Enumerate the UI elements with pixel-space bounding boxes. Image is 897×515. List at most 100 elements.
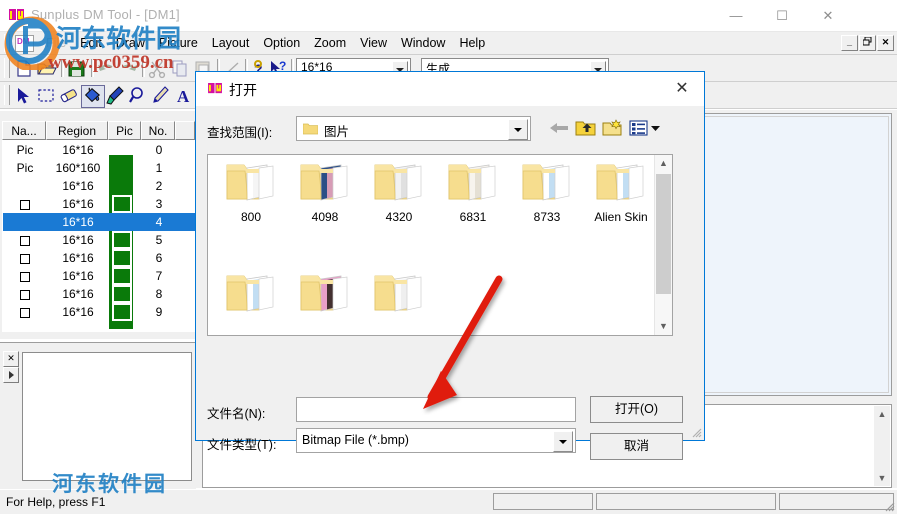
preview-canvas[interactable] xyxy=(22,352,192,481)
undo-icon[interactable] xyxy=(95,58,117,79)
file-item[interactable] xyxy=(288,270,362,321)
scroll-down-icon[interactable]: ▼ xyxy=(655,318,672,335)
new-folder-icon[interactable] xyxy=(602,118,624,138)
folder-icon xyxy=(214,159,288,208)
filetype-combo[interactable]: Bitmap File (*.bmp) xyxy=(296,428,576,453)
save-disk-icon[interactable] xyxy=(65,58,87,79)
menu-item-draw[interactable]: Draw xyxy=(109,34,152,52)
checkbox-icon[interactable] xyxy=(20,307,30,318)
expand-panel-button[interactable] xyxy=(3,367,19,383)
table-row[interactable]: 16*16 5 xyxy=(3,231,196,249)
dialog-close-button[interactable]: ✕ xyxy=(666,77,698,101)
resize-grip-icon[interactable] xyxy=(883,500,895,512)
menu-item-zoom[interactable]: Zoom xyxy=(307,34,353,52)
file-item[interactable] xyxy=(510,270,584,321)
object-list-body[interactable]: Pic 16*16 0 Pic 160*160 1 16*16 2 16*16 3 16*16 4 16… xyxy=(2,140,197,332)
menu-item-help[interactable]: Help xyxy=(452,34,492,52)
window-maximize-button[interactable]: ☐ xyxy=(759,0,805,31)
file-list-scrollbar[interactable]: ▲ ▼ xyxy=(654,155,672,335)
chevron-down-icon[interactable] xyxy=(553,431,573,452)
table-row[interactable]: 16*16 7 xyxy=(3,267,196,285)
scrollbar-thumb[interactable] xyxy=(656,174,671,294)
back-arrow-icon[interactable] xyxy=(548,118,570,138)
open-button[interactable]: 打开(O) xyxy=(590,396,683,423)
preview-panel: ✕ xyxy=(0,342,196,489)
up-one-level-icon[interactable] xyxy=(575,118,597,138)
menu-item-view[interactable]: View xyxy=(353,34,394,52)
table-row[interactable]: Pic 160*160 1 xyxy=(3,159,196,177)
toolbar-grip-2[interactable] xyxy=(4,85,10,105)
file-item[interactable]: 800 xyxy=(214,159,288,224)
window-minimize-button[interactable]: — xyxy=(713,0,759,31)
eraser-icon[interactable] xyxy=(58,85,80,106)
menubar-grip[interactable] xyxy=(4,34,10,52)
new-document-icon[interactable] xyxy=(12,58,34,79)
checkbox-icon[interactable] xyxy=(20,289,30,300)
secondary-scrollbar[interactable]: ▲ ▼ xyxy=(874,406,890,486)
file-item[interactable]: Alien Skin xyxy=(584,159,658,224)
table-row[interactable]: 16*16 8 xyxy=(3,285,196,303)
pointer-arrow-icon[interactable] xyxy=(12,85,34,106)
mdi-minimize-button[interactable]: _ xyxy=(841,35,858,51)
paint-bucket-icon[interactable] xyxy=(81,85,105,108)
file-item[interactable] xyxy=(362,270,436,321)
mdi-close-button[interactable]: ✕ xyxy=(877,35,894,51)
filename-input[interactable] xyxy=(296,397,576,422)
scroll-down-icon[interactable]: ▼ xyxy=(874,470,890,486)
table-row[interactable]: 16*16 4 xyxy=(3,213,196,231)
file-item[interactable] xyxy=(214,270,288,321)
table-row[interactable]: 16*16 6 xyxy=(3,249,196,267)
file-item[interactable]: 4098 xyxy=(288,159,362,224)
checkbox-icon[interactable] xyxy=(20,199,30,210)
menu-item-option[interactable]: Option xyxy=(256,34,307,52)
cell-no: 6 xyxy=(155,251,163,265)
file-item[interactable]: 4320 xyxy=(362,159,436,224)
copy-icon[interactable] xyxy=(169,58,191,79)
views-list-icon[interactable] xyxy=(629,118,663,138)
mdi-restore-button[interactable] xyxy=(859,35,876,51)
table-row[interactable]: 16*16 9 xyxy=(3,303,196,321)
column-header-pic[interactable]: Pic xyxy=(108,121,141,140)
cancel-button[interactable]: 取消 xyxy=(590,433,683,460)
column-header-name[interactable]: Na... xyxy=(2,121,46,140)
folder-icon xyxy=(436,270,510,319)
menu-item-picture[interactable]: Picture xyxy=(152,34,205,52)
text-a-icon[interactable]: A xyxy=(173,85,195,106)
toolbar-grip-1[interactable] xyxy=(4,58,10,78)
chevron-down-icon[interactable] xyxy=(508,119,528,140)
redo-icon[interactable] xyxy=(118,58,140,79)
look-in-combo[interactable]: 图片 xyxy=(296,116,531,141)
file-item[interactable] xyxy=(436,270,510,321)
checkbox-icon[interactable] xyxy=(20,235,30,246)
dialog-resize-grip-icon[interactable] xyxy=(690,426,702,438)
table-row[interactable]: Pic 16*16 0 xyxy=(3,141,196,159)
scroll-up-icon[interactable]: ▲ xyxy=(874,406,890,422)
scroll-up-icon[interactable]: ▲ xyxy=(655,155,672,172)
table-row[interactable]: 16*16 2 xyxy=(3,177,196,195)
table-row[interactable]: 16*16 3 xyxy=(3,195,196,213)
pencil-icon[interactable] xyxy=(150,85,172,106)
checkbox-icon[interactable] xyxy=(20,253,30,264)
menu-item-layout[interactable]: Layout xyxy=(205,34,257,52)
column-header-spare[interactable] xyxy=(175,121,195,140)
menu-item-file[interactable]: File xyxy=(39,34,73,52)
menu-item-window[interactable]: Window xyxy=(394,34,452,52)
checkbox-icon[interactable] xyxy=(20,271,30,282)
open-folder-icon[interactable] xyxy=(35,58,57,79)
file-browser-list[interactable]: 800 4098 4320 6831 8733 Alien Skin ▲ ▼ xyxy=(207,154,673,336)
cell-name xyxy=(3,285,47,303)
magnifier-icon[interactable] xyxy=(127,85,149,106)
cell-region: 16*16 xyxy=(62,269,94,283)
column-header-region[interactable]: Region xyxy=(46,121,108,140)
marquee-select-icon[interactable] xyxy=(35,85,57,106)
window-close-button[interactable]: ✕ xyxy=(805,0,851,31)
dm-app-icon xyxy=(9,8,24,22)
file-item[interactable]: 8733 xyxy=(510,159,584,224)
menu-item-edit[interactable]: Edit xyxy=(73,34,109,52)
brush-icon[interactable] xyxy=(104,85,126,106)
close-panel-button[interactable]: ✕ xyxy=(3,351,19,367)
column-header-no[interactable]: No. xyxy=(141,121,175,140)
mdi-document-icon[interactable]: DM xyxy=(15,34,34,52)
cut-scissors-icon[interactable] xyxy=(146,58,168,79)
file-item[interactable]: 6831 xyxy=(436,159,510,224)
